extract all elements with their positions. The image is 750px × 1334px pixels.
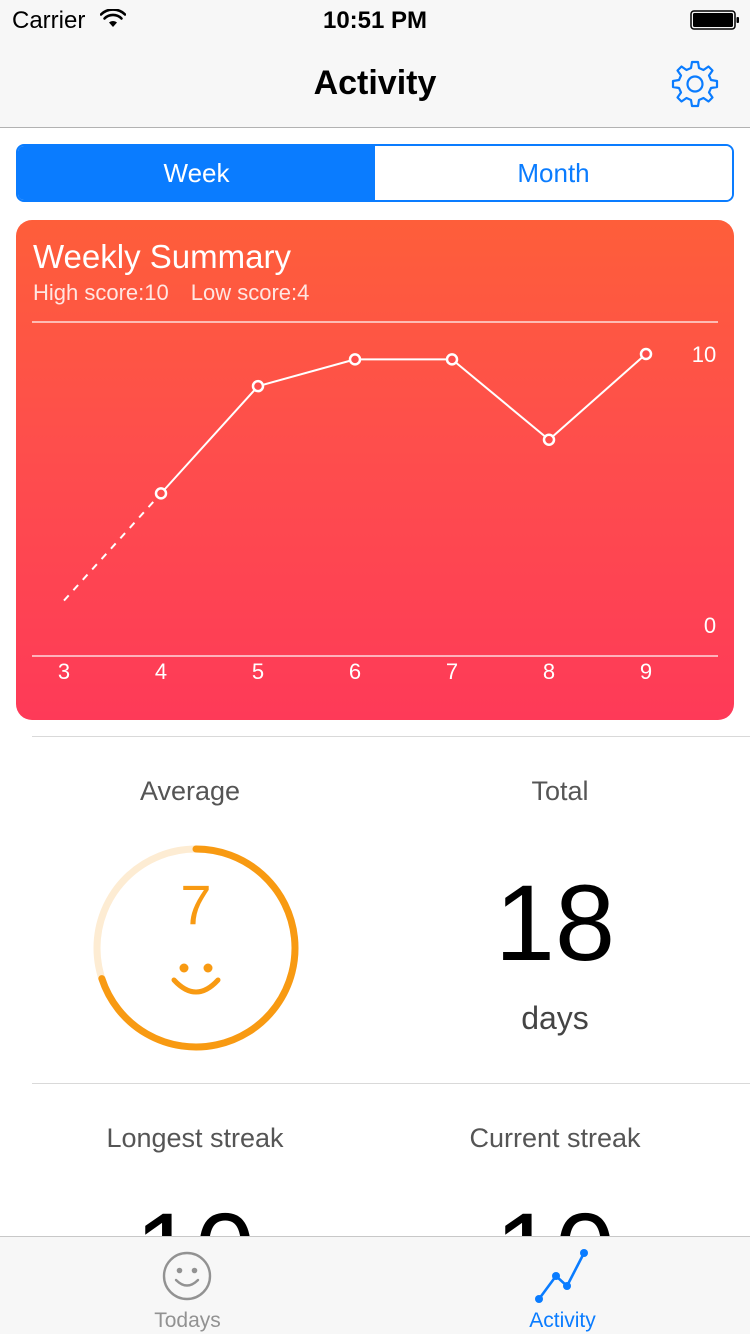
week-month-segmented-control[interactable]: Week Month	[16, 144, 734, 202]
series-segment	[160, 385, 259, 495]
battery-icon	[690, 10, 739, 30]
average-value: 7	[180, 873, 212, 936]
data-point	[639, 347, 653, 361]
divider	[32, 736, 750, 737]
tab-todays-label: Todays	[154, 1309, 221, 1332]
series-segment	[451, 358, 550, 441]
page-title: Activity	[313, 64, 437, 102]
data-point	[154, 487, 168, 500]
data-point	[348, 353, 362, 366]
weekly-line-chart: 3 4 5 6 7 8 9 10 0	[32, 321, 718, 684]
x-tick-label: 7	[446, 659, 458, 684]
tab-activity-label: Activity	[529, 1309, 596, 1332]
segment-week[interactable]: Week	[18, 146, 375, 200]
tab-bar: Todays Activity	[0, 1236, 750, 1334]
smiley-face-icon	[171, 963, 221, 995]
series-segment	[257, 358, 356, 388]
tab-todays[interactable]: Todays	[0, 1237, 375, 1334]
data-point	[251, 379, 265, 393]
divider	[32, 1083, 750, 1084]
status-bar: Carrier 10:51 PM	[0, 0, 750, 40]
x-tick-label: 6	[349, 659, 361, 684]
activity-chart-icon	[535, 1249, 588, 1303]
series-segment	[63, 492, 162, 602]
tab-activity[interactable]: Activity	[375, 1237, 750, 1334]
x-tick-label: 9	[640, 659, 652, 684]
data-point	[445, 353, 459, 366]
total-label: Total	[531, 776, 589, 806]
data-point	[542, 433, 556, 447]
series-segment	[548, 353, 647, 441]
x-tick-label: 3	[58, 659, 70, 684]
x-tick-label: 5	[252, 659, 264, 684]
gear-icon[interactable]	[670, 58, 720, 108]
x-tick-label: 8	[543, 659, 555, 684]
weekly-summary-card: Weekly Summary High score:10 Low score:4 …	[16, 220, 734, 720]
smiley-icon	[162, 1251, 212, 1301]
y-tick-label: 10	[692, 342, 716, 367]
longest-streak-label: Longest streak	[106, 1123, 284, 1153]
total-value: 18	[494, 862, 616, 983]
status-time: 10:51 PM	[322, 7, 428, 34]
x-tick-label: 4	[155, 659, 167, 684]
total-unit: days	[521, 1000, 589, 1036]
segment-month[interactable]: Month	[375, 146, 732, 200]
navigation-bar: Activity	[0, 40, 750, 128]
average-label: Average	[139, 776, 241, 806]
current-streak-label: Current streak	[469, 1123, 641, 1153]
y-tick-label: 0	[704, 613, 716, 638]
